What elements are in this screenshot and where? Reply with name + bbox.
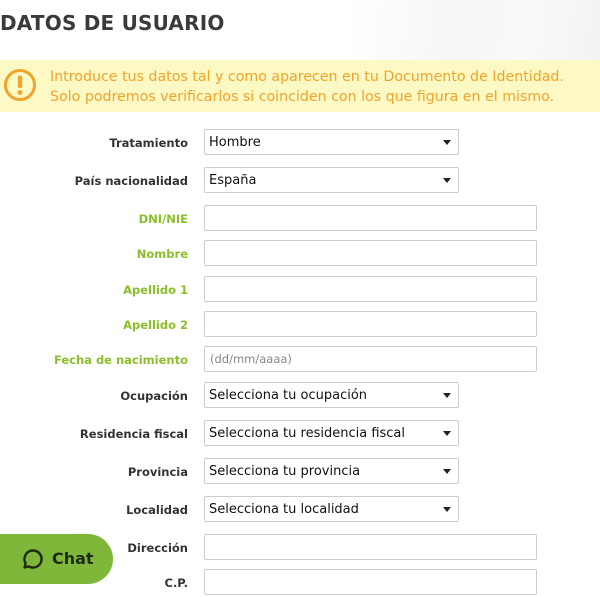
apellido2-input[interactable] [204, 311, 537, 337]
localidad-select-value: Selecciona tu localidad [209, 502, 359, 517]
cp-input[interactable] [204, 569, 537, 595]
page-title: DATOS DE USUARIO [0, 11, 225, 35]
chat-bubble-icon [23, 549, 43, 569]
label-ocupacion: Ocupación [120, 389, 188, 403]
row-fecha: Fecha de nacimiento [0, 346, 600, 374]
row-apellido1: Apellido 1 [0, 276, 600, 304]
chevron-down-icon [443, 140, 451, 145]
localidad-select[interactable]: Selecciona tu localidad [204, 496, 459, 522]
row-ocupacion: Ocupación Selecciona tu ocupación [0, 382, 600, 410]
provincia-select-value: Selecciona tu provincia [209, 464, 361, 479]
ocupacion-select[interactable]: Selecciona tu ocupación [204, 382, 459, 408]
row-localidad: Localidad Selecciona tu localidad [0, 496, 600, 524]
notice-banner: Introduce tus datos tal y como aparecen … [0, 60, 600, 112]
dni-input[interactable] [204, 205, 537, 231]
nacionalidad-select-value: España [209, 173, 257, 188]
nacionalidad-select[interactable]: España [204, 167, 459, 193]
residencia-fiscal-select[interactable]: Selecciona tu residencia fiscal [204, 420, 459, 446]
chat-button[interactable]: Chat [0, 534, 113, 584]
row-dni: DNI/NIE [0, 205, 600, 233]
label-apellido1: Apellido 1 [123, 283, 188, 297]
apellido1-input[interactable] [204, 276, 537, 302]
row-nacionalidad: País nacionalidad España [0, 167, 600, 195]
label-cp: C.P. [164, 576, 189, 590]
chevron-down-icon [443, 393, 451, 398]
warning-circle-icon [4, 69, 36, 101]
label-dni: DNI/NIE [138, 212, 188, 226]
nombre-input[interactable] [204, 240, 537, 266]
label-localidad: Localidad [126, 503, 188, 517]
label-tratamiento: Tratamiento [109, 136, 188, 150]
residencia-fiscal-select-value: Selecciona tu residencia fiscal [209, 426, 406, 441]
row-apellido2: Apellido 2 [0, 311, 600, 339]
label-direccion: Dirección [127, 541, 188, 555]
label-fecha-nacimiento: Fecha de nacimiento [53, 353, 188, 367]
label-nombre: Nombre [136, 247, 188, 261]
chevron-down-icon [443, 507, 451, 512]
row-tratamiento: Tratamiento Hombre [0, 129, 600, 157]
ocupacion-select-value: Selecciona tu ocupación [209, 388, 368, 403]
chevron-down-icon [443, 469, 451, 474]
tratamiento-select[interactable]: Hombre [204, 129, 459, 155]
row-nombre: Nombre [0, 240, 600, 268]
fecha-nacimiento-input[interactable] [204, 346, 537, 372]
label-residencia-fiscal: Residencia fiscal [79, 427, 188, 441]
notice-text: Introduce tus datos tal y como aparecen … [50, 69, 564, 105]
row-provincia: Provincia Selecciona tu provincia [0, 458, 600, 486]
chat-label: Chat [52, 549, 94, 568]
label-provincia: Provincia [127, 465, 188, 479]
chevron-down-icon [443, 178, 451, 183]
tratamiento-select-value: Hombre [209, 135, 261, 150]
header-background-decoration [350, 0, 600, 60]
label-apellido2: Apellido 2 [123, 318, 188, 332]
label-nacionalidad: País nacionalidad [74, 174, 188, 188]
provincia-select[interactable]: Selecciona tu provincia [204, 458, 459, 484]
chevron-down-icon [443, 431, 451, 436]
row-residencia: Residencia fiscal Selecciona tu residenc… [0, 420, 600, 448]
direccion-input[interactable] [204, 534, 537, 560]
